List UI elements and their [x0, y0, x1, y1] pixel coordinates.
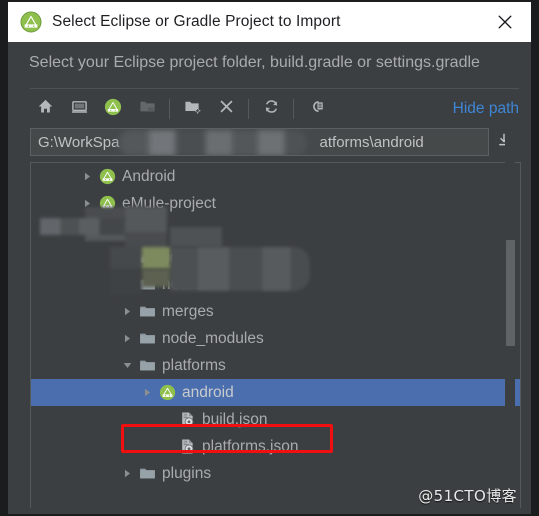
tree-row-label: Android — [122, 167, 176, 185]
toolbar-separator — [169, 99, 170, 119]
chevron-right-icon[interactable] — [121, 467, 134, 480]
desktop-icon — [71, 98, 88, 120]
tree-row-label: platforms.json — [202, 437, 299, 455]
tree-row-label: plugins — [162, 464, 212, 482]
tree-row-plugins[interactable]: plugins — [31, 460, 520, 487]
folder-icon — [139, 303, 156, 320]
chevron-right-icon[interactable] — [81, 197, 94, 210]
delete-button[interactable] — [209, 94, 243, 124]
path-prefix: G:\WorkSpa — [38, 133, 120, 151]
tree-scrollbar-thumb[interactable] — [506, 240, 515, 346]
tree-row-platforms-json[interactable]: platforms.json — [31, 433, 520, 460]
file-tree-rows: Android eMule-project cs .idea hooks merges no… — [31, 163, 520, 487]
android-project-dir-button[interactable] — [96, 94, 130, 124]
dialog-body: Select your Eclipse project folder, buil… — [8, 42, 531, 514]
show-hidden-files-button[interactable] — [299, 94, 333, 124]
title-bar: Select Eclipse or Gradle Project to Impo… — [8, 2, 531, 42]
show-hidden-icon — [308, 98, 325, 120]
new-folder-button[interactable] — [175, 94, 209, 124]
android-studio-icon — [20, 11, 42, 33]
new-folder-icon — [184, 98, 201, 120]
chevron-right-icon[interactable] — [121, 278, 134, 291]
close-icon[interactable] — [493, 10, 517, 34]
android-studio-icon — [99, 168, 116, 185]
module-dir-button — [130, 94, 164, 124]
refresh-button[interactable] — [254, 94, 288, 124]
tree-row-label: hooks — [162, 275, 204, 293]
tree-row-emule-project[interactable]: eMule-project — [31, 190, 520, 217]
json-file-icon — [179, 411, 196, 428]
toolbar-separator — [248, 99, 249, 119]
tree-row-label: android — [182, 383, 234, 401]
refresh-icon — [263, 98, 280, 120]
dialog-subtitle: Select your Eclipse project folder, buil… — [29, 54, 480, 71]
android-studio-icon — [159, 384, 176, 401]
watermark-text: @51CTO博客 — [418, 487, 517, 505]
desktop-button[interactable] — [62, 94, 96, 124]
tree-row-label: cs — [142, 221, 158, 239]
tree-row-label: build.json — [202, 410, 268, 428]
toolbar-separator — [293, 99, 294, 119]
folder-icon — [139, 465, 156, 482]
tree-row-android[interactable]: android — [31, 379, 520, 406]
tree-row-label: eMule-project — [122, 194, 216, 212]
chevron-right-icon[interactable] — [121, 251, 134, 264]
tree-row-build-json[interactable]: build.json — [31, 406, 520, 433]
chevron-right-icon[interactable] — [121, 305, 134, 318]
chevron-right-icon[interactable] — [101, 224, 114, 237]
file-chooser-toolbar: Hide path — [28, 92, 523, 126]
tree-row-label: platforms — [162, 356, 226, 374]
folder-icon — [119, 222, 136, 239]
android-studio-icon — [104, 98, 122, 121]
hide-path-link[interactable]: Hide path — [453, 100, 523, 118]
tree-row-label: .idea — [162, 248, 196, 266]
folder-icon — [139, 357, 156, 374]
tree-row-hooks[interactable]: hooks — [31, 271, 520, 298]
json-file-icon — [179, 438, 196, 455]
home-button[interactable] — [28, 94, 62, 124]
path-input[interactable]: G:\WorkSpaXXXXXXXXXXXXXXXXXXXXatforms\an… — [30, 128, 489, 156]
tree-row-label: merges — [162, 302, 214, 320]
folder-icon — [139, 330, 156, 347]
chevron-right-icon[interactable] — [81, 170, 94, 183]
header-divider — [30, 88, 519, 89]
tree-row-cs[interactable]: cs — [31, 217, 520, 244]
folder-icon — [139, 276, 156, 293]
tree-row-android[interactable]: Android — [31, 163, 520, 190]
folder-icon — [139, 98, 156, 120]
home-icon — [37, 98, 54, 120]
chevron-right-icon[interactable] — [141, 386, 154, 399]
chevron-right-icon[interactable] — [121, 332, 134, 345]
tree-row-label: node_modules — [162, 329, 264, 347]
tree-row-merges[interactable]: merges — [31, 298, 520, 325]
tree-row--idea[interactable]: .idea — [31, 244, 520, 271]
path-censor-overlay — [119, 130, 307, 155]
tree-row-node-modules[interactable]: node_modules — [31, 325, 520, 352]
file-tree[interactable]: Android eMule-project cs .idea hooks merges no… — [30, 162, 521, 508]
tree-row-platforms[interactable]: platforms — [31, 352, 520, 379]
folder-icon — [139, 249, 156, 266]
chevron-down-icon[interactable] — [121, 359, 134, 372]
dialog-window-screen: Select Eclipse or Gradle Project to Impo… — [0, 0, 539, 516]
path-row: G:\WorkSpaXXXXXXXXXXXXXXXXXXXXatforms\an… — [30, 128, 519, 156]
window-title: Select Eclipse or Gradle Project to Impo… — [52, 13, 341, 30]
delete-icon — [218, 98, 235, 120]
path-suffix: atforms\android — [319, 133, 424, 151]
android-studio-icon — [99, 195, 116, 212]
